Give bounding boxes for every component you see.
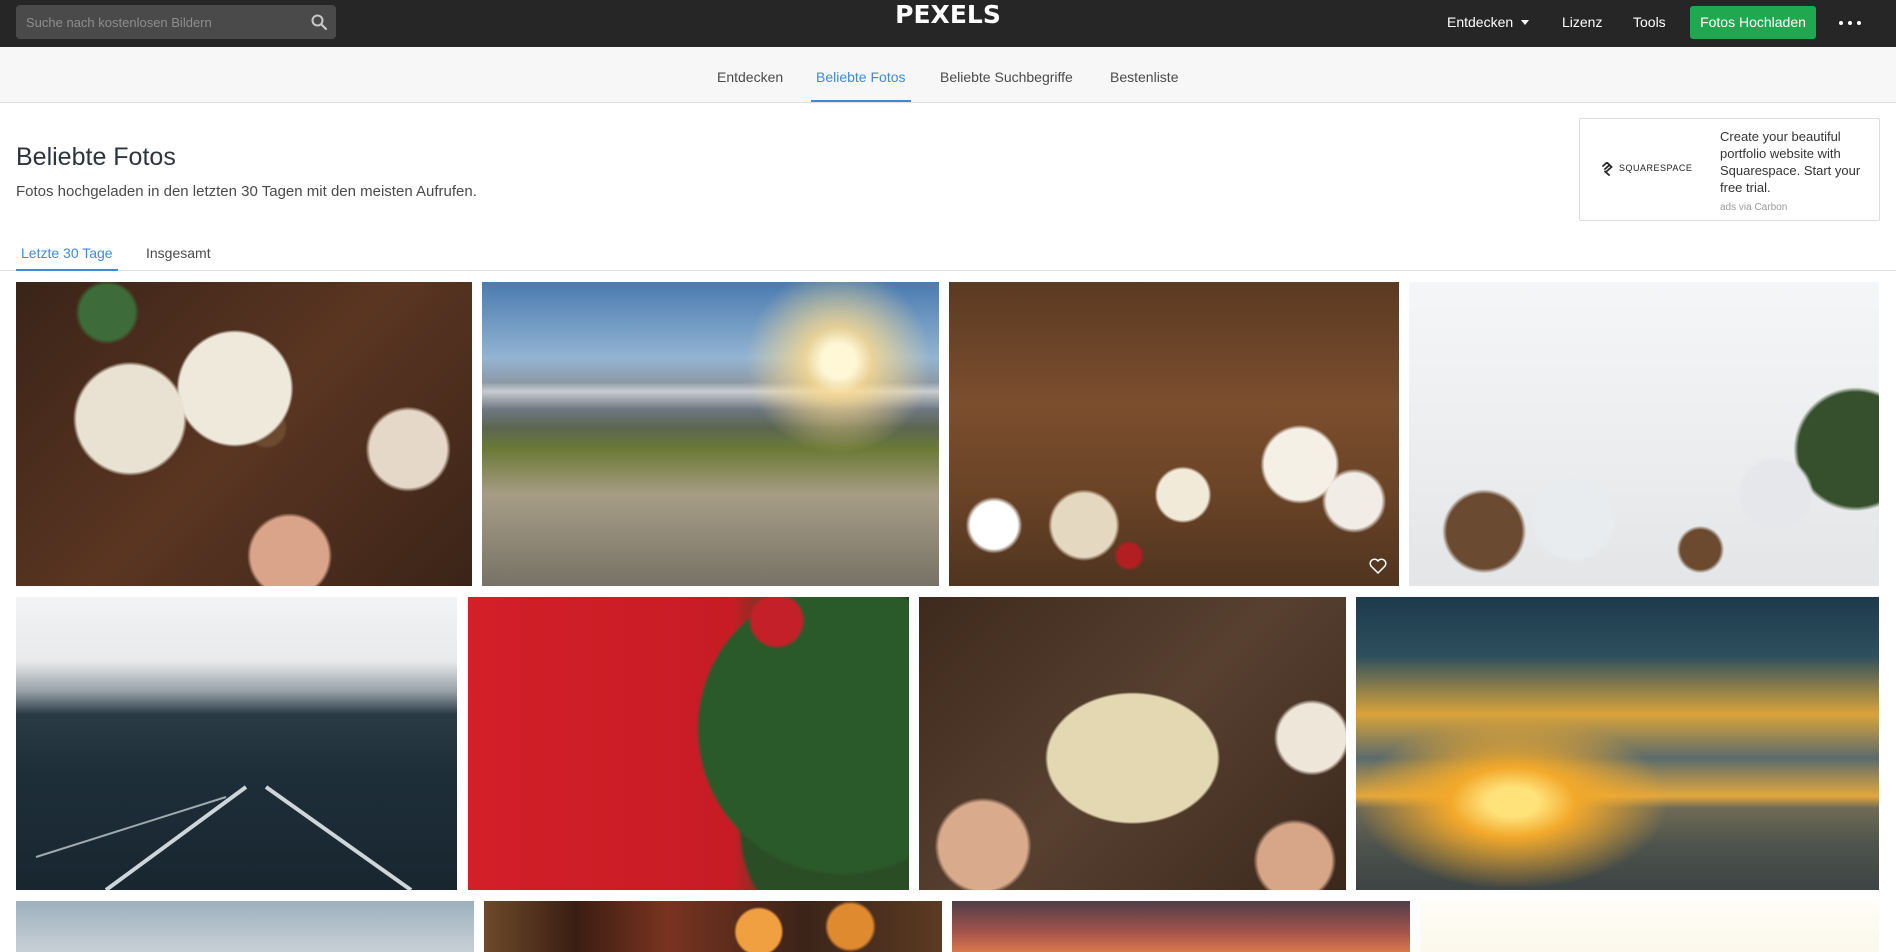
upload-photos-button[interactable]: Fotos Hochladen [1690, 6, 1816, 39]
more-dots-icon[interactable] [1838, 13, 1862, 33]
time-filter-tabs: Letzte 30 Tage Insgesamt [0, 238, 1896, 271]
subnav-item-leaderboard[interactable]: Bestenliste [1110, 47, 1178, 102]
nav-tools[interactable]: Tools [1633, 0, 1666, 46]
photo-christmas-gift[interactable] [16, 282, 472, 586]
top-navigation-bar: PEXELS Entdecken Lizenz Tools Fotos Hoch… [0, 0, 1896, 47]
search-icon[interactable] [310, 13, 328, 31]
active-tab-indicator [811, 100, 911, 102]
subnav-item-popular-photos[interactable]: Beliebte Fotos [816, 47, 906, 102]
heart-icon[interactable] [1369, 558, 1387, 574]
chevron-down-icon [1521, 19, 1530, 25]
photo-red-wreath[interactable] [468, 597, 909, 890]
squarespace-logo: SQUARESPACE [1601, 161, 1711, 177]
page-subtitle: Fotos hochgeladen in den letzten 30 Tage… [16, 183, 477, 200]
nav-discover[interactable]: Entdecken [1447, 0, 1530, 46]
photo-sunset-sea[interactable] [1356, 597, 1879, 890]
photo-red-sky[interactable] [952, 901, 1410, 952]
photo-christmas-cookies[interactable] [949, 282, 1399, 586]
squarespace-icon [1602, 162, 1613, 176]
carbon-ad[interactable]: SQUARESPACE Create your beautiful portfo… [1579, 118, 1880, 221]
ad-via-carbon[interactable]: ads via Carbon [1720, 202, 1787, 213]
ad-text[interactable]: Create your beautiful portfolio website … [1720, 128, 1865, 196]
nav-license[interactable]: Lizenz [1562, 0, 1602, 46]
subnav-item-discover[interactable]: Entdecken [717, 47, 783, 102]
photo-christmas-lights[interactable] [484, 901, 942, 952]
nav-discover-label: Entdecken [1447, 14, 1514, 30]
tab-all-time[interactable]: Insgesamt [146, 238, 211, 269]
photo-cloudy-sky[interactable] [16, 901, 474, 952]
photo-white-wood-snowflakes[interactable] [1409, 282, 1879, 586]
photo-mountain-sunset[interactable] [482, 282, 939, 586]
page-title: Beliebte Fotos [16, 143, 176, 171]
photo-bright-light[interactable] [1420, 901, 1879, 952]
search-box[interactable] [16, 5, 336, 39]
photo-road-mountains[interactable] [16, 597, 457, 890]
tab-last-30-days[interactable]: Letzte 30 Tage [16, 238, 118, 271]
ad-brand: SQUARESPACE [1619, 163, 1693, 173]
search-input[interactable] [16, 5, 306, 39]
photo-merry-christmas-card[interactable] [919, 597, 1346, 890]
subnav-item-popular-searches[interactable]: Beliebte Suchbegriffe [940, 47, 1073, 102]
sub-navigation: Entdecken Beliebte Fotos Beliebte Suchbe… [0, 47, 1896, 103]
road-lines [35, 785, 413, 890]
